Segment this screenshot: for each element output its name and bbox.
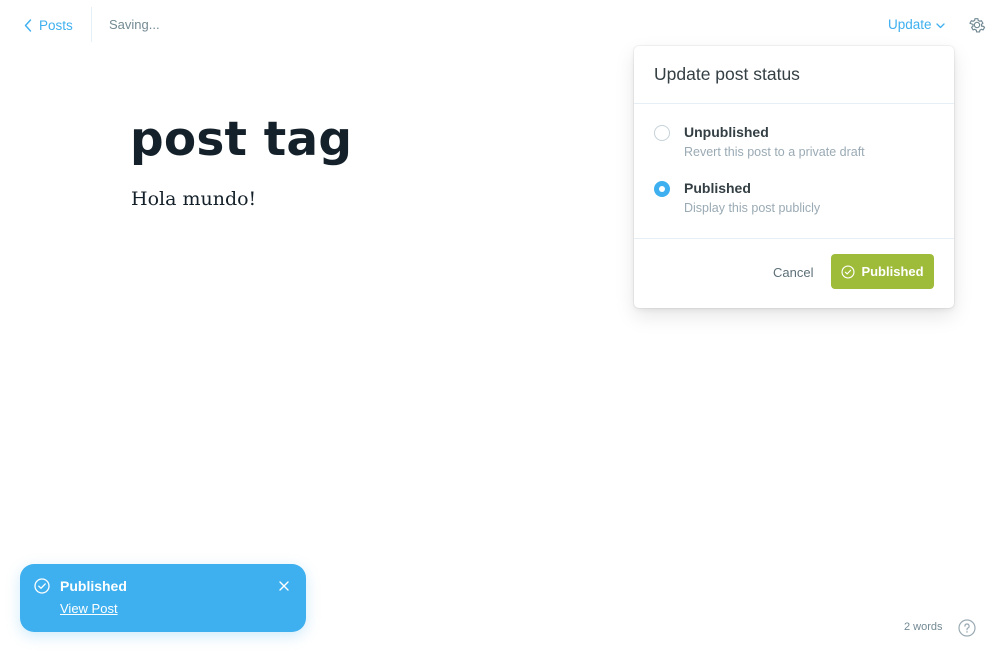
status-option-description: Revert this post to a private draft [684, 145, 865, 159]
unpublished-radio[interactable] [654, 125, 670, 141]
cancel-button[interactable]: Cancel [773, 265, 813, 280]
popover-title: Update post status [634, 46, 954, 104]
update-button[interactable]: Update [888, 17, 945, 32]
status-option-label: Published [684, 180, 751, 196]
chevron-left-icon [24, 18, 32, 32]
back-to-posts-link[interactable]: Posts [24, 15, 73, 35]
back-link-label: Posts [39, 17, 73, 33]
save-status: Saving... [109, 17, 160, 32]
popover-footer: Cancel Published [634, 238, 954, 309]
close-icon[interactable] [278, 580, 290, 592]
publish-confirm-button[interactable]: Published [831, 254, 934, 289]
post-status-popover: Update post status Unpublished Revert th… [634, 46, 954, 308]
update-button-label: Update [888, 17, 932, 32]
check-circle-icon [841, 264, 855, 279]
post-title[interactable]: post tag [130, 112, 352, 168]
publish-confirm-label: Published [861, 264, 924, 279]
check-circle-icon [34, 578, 50, 594]
post-body[interactable]: Hola mundo! [131, 188, 256, 210]
published-notification: Published View Post [20, 564, 306, 632]
word-count: 2 words [904, 621, 943, 633]
help-circle-icon [958, 619, 976, 637]
editor-app: Posts Saving... Update post tag Hola mun… [0, 0, 1000, 660]
status-option-label: Unpublished [684, 124, 769, 140]
view-post-link[interactable]: View Post [60, 601, 118, 616]
editor-header: Posts Saving... Update [0, 0, 1000, 50]
notification-title: Published [60, 578, 127, 594]
help-button[interactable] [958, 619, 976, 637]
settings-button[interactable] [967, 15, 987, 35]
gear-icon [969, 18, 986, 33]
chevron-down-icon [935, 17, 945, 32]
header-divider [91, 7, 92, 42]
status-option-description: Display this post publicly [684, 201, 821, 215]
published-radio[interactable] [654, 181, 670, 197]
